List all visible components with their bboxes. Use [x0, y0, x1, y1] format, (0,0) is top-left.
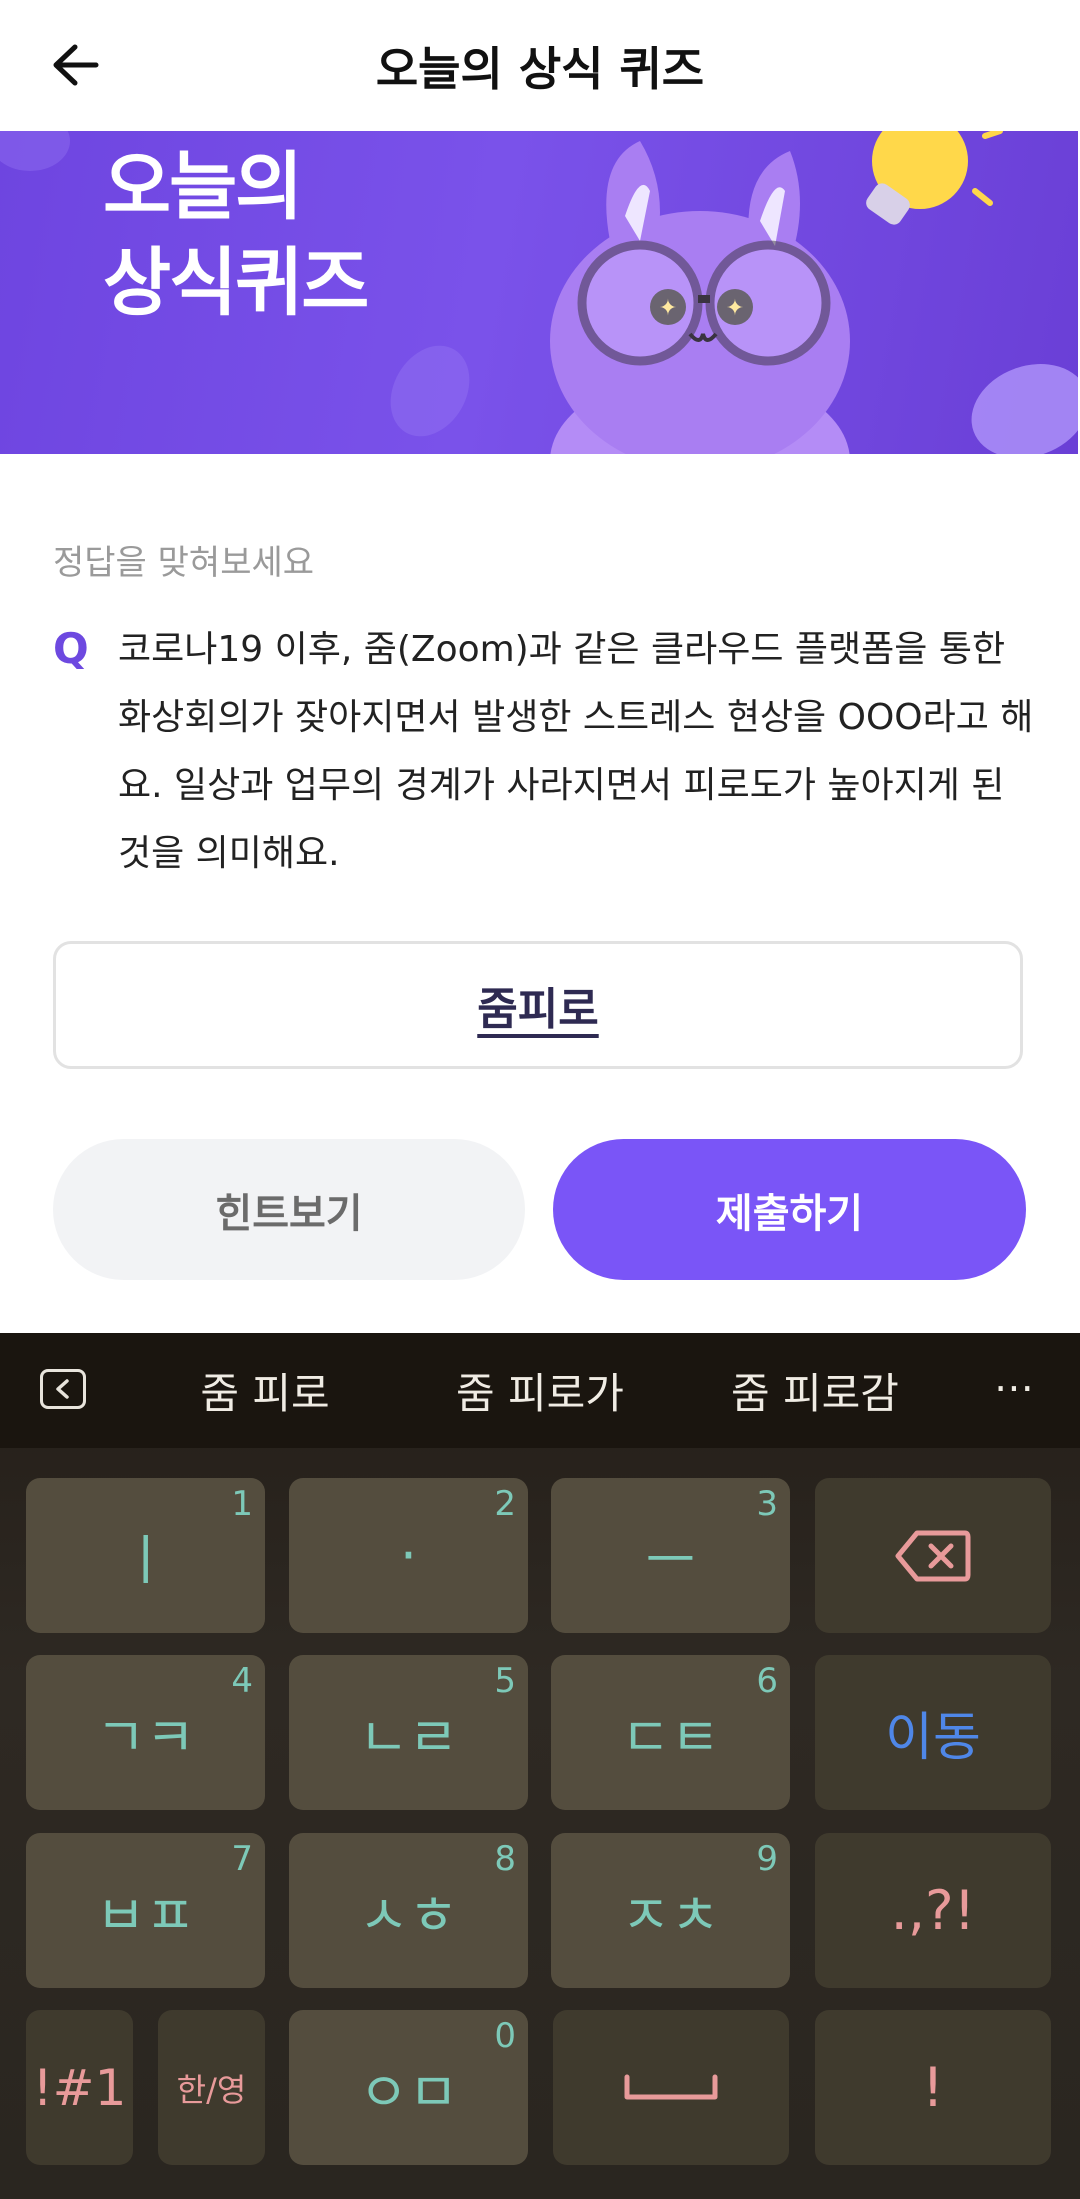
quiz-banner: ✦ ✦ 오늘의 상식퀴즈 — [0, 131, 1078, 454]
arrow-left-icon — [53, 44, 99, 86]
key-label: ㅇㅁ — [358, 2061, 459, 2124]
key-number: 4 — [231, 1661, 253, 1701]
key-label: ㅡ — [645, 1529, 696, 1592]
key-i[interactable]: ㅣ 1 — [26, 1478, 265, 1633]
key-number: 1 — [231, 1484, 253, 1524]
more-suggestions-button[interactable]: ⋯ — [990, 1363, 1040, 1413]
suggestion-back-button[interactable] — [40, 1369, 86, 1409]
key-s-h[interactable]: ㅅㅎ 8 — [289, 1833, 528, 1988]
exclamation-key[interactable]: ! — [815, 2010, 1051, 2165]
backspace-key[interactable] — [815, 1478, 1051, 1633]
hint-button[interactable]: 힌트보기 — [53, 1139, 525, 1280]
key-b-p[interactable]: ㅂㅍ 7 — [26, 1833, 265, 1988]
keyboard: 줌 피로 줌 피로가 줌 피로감 ⋯ ㅣ 1 · 2 ㅡ 3 ㄱㅋ 4 ㄴㄹ 5… — [0, 1333, 1080, 2199]
key-label: ㄱㅋ — [95, 1706, 196, 1769]
chevron-left-icon — [56, 1379, 69, 1399]
answer-value: 줌피로 — [477, 984, 599, 1035]
backspace-icon — [895, 1530, 971, 1581]
key-label: ㄷㅌ — [620, 1706, 721, 1769]
lang-switch-key[interactable]: 한/영 — [158, 2010, 265, 2165]
key-number: 2 — [494, 1484, 516, 1524]
key-number: 9 — [756, 1839, 778, 1879]
key-j-ch[interactable]: ㅈㅊ 9 — [551, 1833, 790, 1988]
answer-input[interactable]: 줌피로 — [53, 941, 1023, 1069]
key-number: 3 — [756, 1484, 778, 1524]
space-icon — [624, 2074, 718, 2099]
key-number: 7 — [231, 1839, 253, 1879]
back-button[interactable] — [40, 30, 110, 100]
key-label: 한/영 — [176, 2070, 247, 2109]
suggestion-item[interactable]: 줌 피로가 — [430, 1333, 650, 1448]
symbol-key[interactable]: !#1 — [26, 2010, 133, 2165]
key-o-m[interactable]: ㅇㅁ 0 — [289, 2010, 528, 2165]
question-text: 코로나19 이후, 줌(Zoom)과 같은 클라우드 플랫폼을 통한 화상회의가… — [118, 629, 1034, 874]
suggestion-item[interactable]: 줌 피로 — [160, 1333, 370, 1448]
suggestion-bar: 줌 피로 줌 피로가 줌 피로감 ⋯ — [0, 1333, 1080, 1448]
key-d-t[interactable]: ㄷㅌ 6 — [551, 1655, 790, 1810]
key-n-r[interactable]: ㄴㄹ 5 — [289, 1655, 528, 1810]
key-label: .,?! — [890, 1879, 976, 1942]
app-header: 오늘의 상식 퀴즈 — [0, 0, 1080, 131]
key-label: ! — [922, 2056, 944, 2119]
key-g-k[interactable]: ㄱㅋ 4 — [26, 1655, 265, 1810]
banner-title: 오늘의 상식퀴즈 — [103, 139, 369, 331]
key-label: 이동 — [885, 1708, 981, 1768]
page-title: 오늘의 상식 퀴즈 — [375, 41, 705, 96]
key-number: 5 — [494, 1661, 516, 1701]
submit-button[interactable]: 제출하기 — [553, 1139, 1026, 1280]
key-label: ㅣ — [120, 1529, 171, 1592]
key-label: ㅅㅎ — [358, 1884, 459, 1947]
question-mark-label: Q — [53, 624, 89, 673]
key-number: 8 — [494, 1839, 516, 1879]
key-label: ㅂㅍ — [95, 1884, 196, 1947]
key-label: ㄴㄹ — [358, 1706, 459, 1769]
key-label: !#1 — [32, 2058, 127, 2117]
banner-title-line1: 오늘의 — [103, 144, 303, 230]
svg-text:✦: ✦ — [659, 296, 677, 321]
quiz-prompt: 정답을 맞혀보세요 — [53, 543, 315, 583]
key-number: 0 — [494, 2016, 516, 2056]
key-eu[interactable]: ㅡ 3 — [551, 1478, 790, 1633]
key-number: 6 — [756, 1661, 778, 1701]
suggestion-item[interactable]: 줌 피로감 — [700, 1333, 930, 1448]
svg-text:✦: ✦ — [726, 296, 744, 321]
space-key[interactable] — [553, 2010, 789, 2165]
move-key[interactable]: 이동 — [815, 1655, 1051, 1810]
key-dot[interactable]: · 2 — [289, 1478, 528, 1633]
key-label: · — [399, 1524, 418, 1587]
key-label: ㅈㅊ — [620, 1884, 721, 1947]
punctuation-key[interactable]: .,?! — [815, 1833, 1051, 1988]
banner-title-line2: 상식퀴즈 — [103, 240, 369, 326]
